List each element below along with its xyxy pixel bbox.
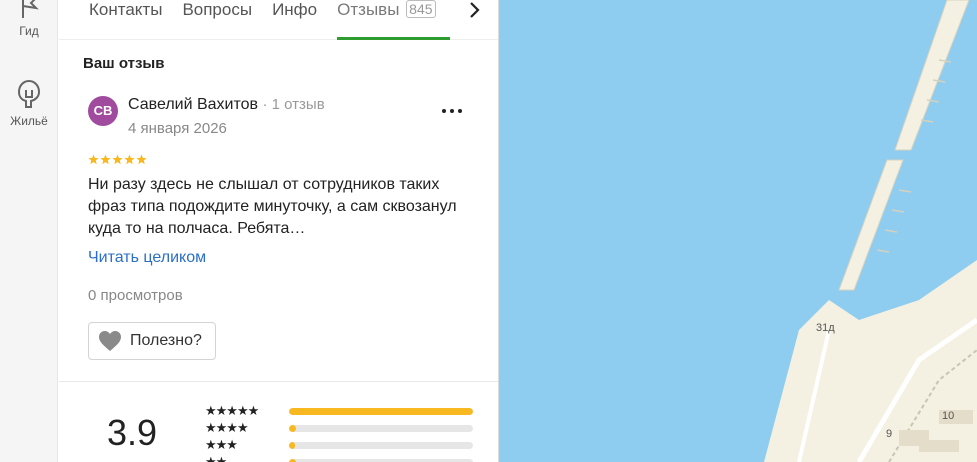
useful-button[interactable]: Полезно? — [88, 322, 216, 360]
star-icon — [88, 154, 99, 165]
more-dot — [458, 109, 462, 113]
left-rail: Гид Жильё — [0, 0, 58, 462]
star-icon — [100, 154, 111, 165]
author-name[interactable]: Савелий Вахитов — [128, 96, 258, 113]
review-text: Ни разу здесь не слышал от сотрудников т… — [88, 176, 457, 237]
map-canvas — [764, 0, 977, 462]
your-review-heading: Ваш отзыв — [83, 55, 165, 72]
rail-item-housing[interactable]: Жильё — [0, 78, 58, 128]
distribution-row[interactable]: ★★★★ — [205, 421, 475, 435]
chevron-right-icon[interactable] — [465, 0, 483, 20]
map-label-house: 10 — [942, 410, 955, 422]
rail-item-label: Жильё — [10, 114, 48, 128]
star-icon — [112, 154, 123, 165]
read-more-link[interactable]: Читать целиком — [88, 249, 206, 267]
review-date: 4 января 2026 — [128, 120, 227, 137]
row-stars-4: ★★★★ — [205, 420, 249, 435]
tab-info[interactable]: Инфо — [272, 0, 317, 40]
place-panel: Контакты Вопросы Инфо Отзывы 845 Ваш отз… — [59, 0, 499, 462]
review-author: Савелий Вахитов · 1 отзыв — [128, 96, 325, 114]
bar-fill — [289, 424, 297, 432]
rail-item-guide[interactable]: Гид — [0, 0, 58, 38]
rating-distribution: ★★★★★ ★★★★ ★★★ ★★ — [205, 404, 475, 462]
useful-label: Полезно? — [130, 332, 202, 349]
star-icon — [124, 154, 135, 165]
tab-questions[interactable]: Вопросы — [182, 0, 252, 40]
more-options-button[interactable] — [442, 100, 464, 120]
more-dot — [442, 109, 446, 113]
row-stars-3: ★★★ — [205, 437, 238, 452]
tab-contacts[interactable]: Контакты — [89, 0, 162, 40]
star-icon — [136, 154, 147, 165]
more-dot — [450, 109, 454, 113]
avatar[interactable]: СВ — [88, 96, 118, 126]
map-view[interactable]: 31д 10 9 — [499, 0, 977, 462]
house-icon — [17, 79, 41, 108]
row-stars-2: ★★ — [205, 454, 227, 462]
author-review-count: · 1 отзыв — [262, 96, 325, 113]
active-tab-underline — [337, 37, 450, 40]
map-label-house: 9 — [886, 428, 893, 440]
average-rating: 3.9 — [107, 412, 158, 453]
flag-icon — [22, 0, 39, 18]
distribution-bar — [289, 424, 473, 432]
bar-fill — [289, 407, 473, 415]
divider — [59, 381, 498, 382]
distribution-row[interactable]: ★★ — [205, 455, 475, 462]
reviews-count-badge: 845 — [406, 0, 436, 18]
distribution-row[interactable]: ★★★ — [205, 438, 475, 452]
distribution-bar — [289, 458, 473, 462]
distribution-bar — [289, 407, 473, 415]
map-label-house: 31д — [816, 322, 835, 334]
tab-reviews[interactable]: Отзывы 845 — [337, 0, 450, 40]
bar-fill — [289, 458, 297, 462]
heart-icon — [99, 331, 121, 351]
row-stars-5: ★★★★★ — [205, 403, 259, 418]
rail-item-label: Гид — [19, 24, 39, 38]
distribution-row[interactable]: ★★★★★ — [205, 404, 475, 418]
bar-fill — [289, 441, 295, 449]
distribution-bar — [289, 441, 473, 449]
views-count: 0 просмотров — [88, 287, 183, 304]
tabs-bar: Контакты Вопросы Инфо Отзывы 845 — [59, 0, 498, 40]
review-stars — [88, 154, 147, 166]
